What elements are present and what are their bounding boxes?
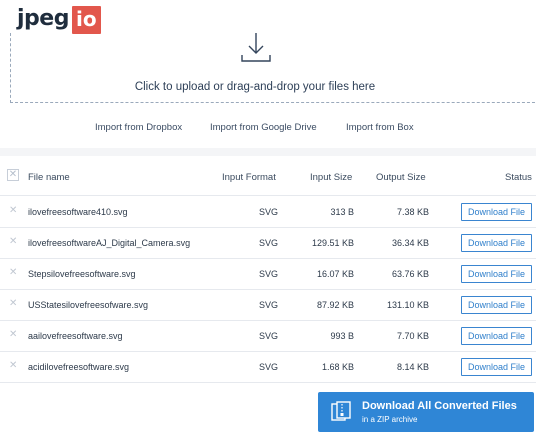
select-all-checkbox[interactable]: ✕ — [7, 169, 19, 181]
input-format: SVG — [259, 300, 279, 310]
remove-file-icon[interactable]: ✕ — [9, 205, 17, 216]
table-row: ✕ ilovefreesoftwareAJ_Digital_Camera.svg… — [0, 228, 536, 259]
table-row: ✕ Stepsilovefreesoftware.svg SVG 16.07 K… — [0, 259, 536, 290]
file-name: ilovefreesoftwareAJ_Digital_Camera.svg — [28, 238, 191, 248]
file-name: acidilovefreesoftware.svg — [28, 362, 130, 372]
upload-prompt[interactable]: Click to upload or drag-and-drop your fi… — [0, 81, 510, 93]
output-size: 63.76 KB — [391, 269, 429, 279]
input-format: SVG — [259, 207, 279, 217]
remove-file-icon[interactable]: ✕ — [9, 298, 17, 309]
download-file-button[interactable]: Download File — [461, 234, 532, 252]
import-links: Import from Dropbox Import from Google D… — [0, 122, 536, 136]
remove-file-icon[interactable]: ✕ — [9, 267, 17, 278]
zip-archive-icon — [331, 401, 351, 421]
file-name: aailovefreesoftware.svg — [28, 331, 123, 341]
files-table: ✕ File name Input Format Input Size Outp… — [0, 156, 536, 447]
download-file-button[interactable]: Download File — [461, 327, 532, 345]
file-name: Stepsilovefreesoftware.svg — [28, 269, 136, 279]
download-file-button[interactable]: Download File — [461, 265, 532, 283]
input-format: SVG — [259, 362, 279, 372]
input-format: SVG — [259, 269, 279, 279]
table-row: ✕ USStatesilovefreesofware.svg SVG 87.92… — [0, 290, 536, 321]
remove-file-icon[interactable]: ✕ — [9, 360, 17, 371]
file-name: ilovefreesoftware410.svg — [28, 207, 128, 217]
input-format: SVG — [259, 238, 279, 248]
logo-badge: io — [71, 6, 101, 34]
download-all-zip-button[interactable]: Download All Converted Files in a ZIP ar… — [318, 392, 534, 432]
import-dropbox-link[interactable]: Import from Dropbox — [95, 122, 182, 133]
header-format: Input Format — [222, 172, 276, 183]
upload-section: jpeg io Click to upload or drag-and-drop… — [0, 0, 536, 148]
table-row: ✕ ilovefreesoftware410.svg SVG 313 B 7.3… — [0, 197, 536, 228]
download-file-button[interactable]: Download File — [461, 203, 532, 221]
input-size: 993 B — [330, 331, 354, 341]
input-format: SVG — [259, 331, 279, 341]
input-size: 129.51 KB — [311, 238, 354, 248]
zip-button-subtitle: in a ZIP archive — [362, 415, 418, 424]
header-status: Status — [505, 172, 532, 183]
input-size: 16.07 KB — [316, 269, 354, 279]
import-box-link[interactable]: Import from Box — [346, 122, 414, 133]
header-filename: File name — [28, 172, 70, 183]
input-size: 313 B — [330, 207, 354, 217]
zip-button-title: Download All Converted Files — [362, 400, 517, 412]
header-output-size: Output Size — [376, 172, 426, 183]
logo-text: jpeg — [17, 6, 69, 31]
input-size: 1.68 KB — [321, 362, 354, 372]
file-name: USStatesilovefreesofware.svg — [28, 300, 149, 310]
import-google-drive-link[interactable]: Import from Google Drive — [210, 122, 317, 133]
remove-file-icon[interactable]: ✕ — [9, 236, 17, 247]
download-arrow-icon[interactable] — [236, 31, 276, 67]
output-size: 7.70 KB — [396, 331, 429, 341]
input-size: 87.92 KB — [316, 300, 354, 310]
output-size: 8.14 KB — [396, 362, 429, 372]
download-file-button[interactable]: Download File — [461, 296, 532, 314]
table-row: ✕ acidilovefreesoftware.svg SVG 1.68 KB … — [0, 352, 536, 383]
logo[interactable]: jpeg io — [17, 6, 101, 34]
output-size: 36.34 KB — [391, 238, 429, 248]
output-size: 131.10 KB — [386, 300, 429, 310]
table-header: ✕ File name Input Format Input Size Outp… — [0, 156, 536, 196]
remove-file-icon[interactable]: ✕ — [9, 329, 17, 340]
download-file-button[interactable]: Download File — [461, 358, 532, 376]
header-input-size: Input Size — [310, 172, 353, 183]
output-size: 7.38 KB — [396, 207, 429, 217]
table-row: ✕ aailovefreesoftware.svg SVG 993 B 7.70… — [0, 321, 536, 352]
